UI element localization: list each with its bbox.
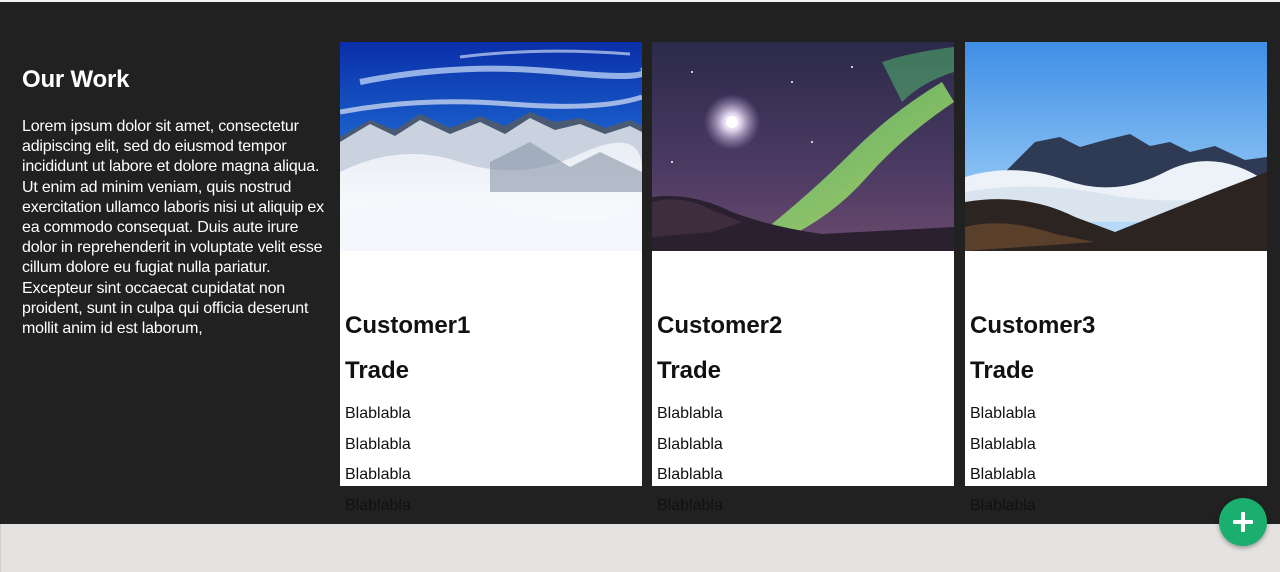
card-detail-item: Blablabla xyxy=(657,496,723,514)
card-image-snowy-mountains xyxy=(340,42,642,251)
card-detail-list: Blablabla Blablabla Blablabla Blablabla xyxy=(970,404,1036,526)
card-detail-item: Blablabla xyxy=(970,466,1036,483)
add-button[interactable] xyxy=(1219,498,1267,546)
section-title: Our Work xyxy=(22,66,130,93)
customer-card[interactable]: Customer2 Trade Blablabla Blablabla Blab… xyxy=(652,42,954,514)
card-detail-item: Blablabla xyxy=(345,496,411,514)
card-detail-item: Blablabla xyxy=(970,496,1036,514)
card-detail-item: Blablabla xyxy=(657,466,723,483)
card-detail-item: Blablabla xyxy=(657,405,723,422)
section-description: Lorem ipsum dolor sit amet, consectetur … xyxy=(22,118,324,338)
card-detail-list: Blablabla Blablabla Blablabla Blablabla xyxy=(345,404,411,526)
card-detail-item: Blablabla xyxy=(657,435,723,453)
customer-card[interactable]: Customer1 Trade Blablabla Blablabla Blab… xyxy=(340,42,642,514)
card-detail-item: Blablabla xyxy=(345,405,411,422)
card-customer-name: Customer1 xyxy=(345,312,471,339)
card-customer-name: Customer2 xyxy=(657,312,783,339)
card-detail-item: Blablabla xyxy=(970,405,1036,422)
plus-icon xyxy=(1233,512,1253,532)
card-customer-name: Customer3 xyxy=(970,312,1096,339)
card-trade-label: Trade xyxy=(970,357,1035,384)
intro-block: Our Work Lorem ipsum dolor sit amet, con… xyxy=(22,64,326,339)
card-detail-item: Blablabla xyxy=(345,435,411,453)
card-image-mountains-above-clouds xyxy=(965,42,1267,251)
card-trade-label: Trade xyxy=(657,357,722,384)
our-work-section: Our Work Lorem ipsum dolor sit amet, con… xyxy=(0,0,1280,524)
customer-card[interactable]: Customer3 Trade Blablabla Blablabla Blab… xyxy=(965,42,1267,514)
card-image-northern-lights xyxy=(652,42,954,251)
card-detail-item: Blablabla xyxy=(345,466,411,483)
card-detail-list: Blablabla Blablabla Blablabla Blablabla xyxy=(657,404,723,526)
card-detail-item: Blablabla xyxy=(970,435,1036,453)
card-trade-label: Trade xyxy=(345,357,410,384)
